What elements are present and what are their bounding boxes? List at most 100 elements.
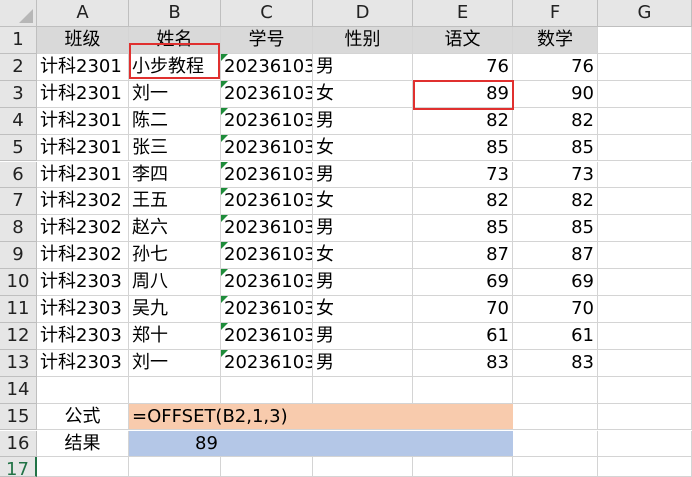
data-cell[interactable]: 20236103: [221, 349, 313, 377]
empty-cell[interactable]: [598, 80, 692, 108]
column-header-e[interactable]: E: [413, 0, 513, 27]
row-header-6[interactable]: 6: [0, 161, 37, 189]
row-header-13[interactable]: 13: [0, 349, 37, 377]
data-cell[interactable]: 张三: [129, 134, 221, 162]
empty-cell[interactable]: [513, 376, 598, 404]
row-header-2[interactable]: 2: [0, 53, 37, 81]
data-cell[interactable]: 85: [413, 215, 513, 243]
column-header-b[interactable]: B: [129, 0, 221, 27]
data-cell[interactable]: 82: [413, 188, 513, 216]
empty-cell[interactable]: [598, 242, 692, 270]
header-cell[interactable]: 性别: [313, 27, 413, 54]
data-cell[interactable]: 郑十: [129, 322, 221, 350]
data-cell[interactable]: 女: [313, 134, 413, 162]
header-cell[interactable]: 学号: [221, 27, 313, 54]
row-header-10[interactable]: 10: [0, 269, 37, 296]
data-cell[interactable]: 王五: [129, 188, 221, 216]
data-cell[interactable]: 70: [413, 296, 513, 323]
column-header-f[interactable]: F: [513, 0, 598, 27]
column-header-a[interactable]: A: [37, 0, 129, 27]
empty-cell[interactable]: [598, 188, 692, 216]
column-header-g[interactable]: G: [598, 0, 692, 27]
empty-cell[interactable]: [513, 403, 598, 431]
empty-cell[interactable]: [598, 322, 692, 350]
data-cell[interactable]: 20236103: [221, 215, 313, 243]
data-cell[interactable]: 20236103: [221, 188, 313, 216]
empty-cell[interactable]: [37, 457, 129, 477]
header-cell[interactable]: 姓名: [129, 27, 221, 54]
row-header-16[interactable]: 16: [0, 430, 37, 458]
data-cell[interactable]: 70: [513, 296, 598, 323]
data-cell[interactable]: 刘一: [129, 349, 221, 377]
header-cell[interactable]: 语文: [413, 27, 513, 54]
data-cell[interactable]: 85: [513, 215, 598, 243]
select-all-corner[interactable]: [0, 0, 37, 27]
empty-cell[interactable]: [598, 403, 692, 431]
data-cell[interactable]: 20236103: [221, 53, 313, 81]
data-cell[interactable]: 吴九: [129, 296, 221, 323]
data-cell[interactable]: 女: [313, 296, 413, 323]
row-header-5[interactable]: 5: [0, 134, 37, 162]
cell-g1[interactable]: [598, 27, 692, 54]
empty-cell[interactable]: [598, 296, 692, 323]
empty-cell[interactable]: [513, 430, 598, 458]
data-cell[interactable]: 83: [413, 349, 513, 377]
data-cell[interactable]: 69: [513, 269, 598, 296]
empty-cell[interactable]: [313, 457, 413, 477]
data-cell[interactable]: 计科2301: [37, 134, 129, 162]
header-cell[interactable]: 数学: [513, 27, 598, 54]
empty-cell[interactable]: [221, 457, 313, 477]
empty-cell[interactable]: [598, 161, 692, 189]
row-header-8[interactable]: 8: [0, 215, 37, 243]
data-cell[interactable]: 87: [513, 242, 598, 270]
empty-cell[interactable]: [598, 53, 692, 81]
data-cell[interactable]: 计科2301: [37, 107, 129, 135]
data-cell[interactable]: 孙七: [129, 242, 221, 270]
column-header-d[interactable]: D: [313, 0, 413, 27]
row-header-3[interactable]: 3: [0, 80, 37, 108]
data-cell[interactable]: 女: [313, 80, 413, 108]
data-cell[interactable]: 82: [513, 188, 598, 216]
empty-cell[interactable]: [221, 376, 313, 404]
data-cell[interactable]: 计科2303: [37, 322, 129, 350]
data-cell[interactable]: 周八: [129, 269, 221, 296]
data-cell[interactable]: 20236103: [221, 269, 313, 296]
result-value[interactable]: 89: [129, 430, 513, 458]
empty-cell[interactable]: [598, 457, 692, 477]
empty-cell[interactable]: [129, 376, 221, 404]
spreadsheet-grid[interactable]: A B C D E F G 1 2 3 4 5 6 7 8 9 10 11 12 13 14 15 16 17 班级 姓名 学号 性别…: [0, 0, 692, 477]
row-header-1[interactable]: 1: [0, 27, 37, 54]
data-cell[interactable]: 20236103: [221, 161, 313, 189]
data-cell[interactable]: 女: [313, 188, 413, 216]
data-cell[interactable]: 89: [413, 80, 513, 108]
empty-cell[interactable]: [313, 376, 413, 404]
row-header-15[interactable]: 15: [0, 403, 37, 431]
column-header-c[interactable]: C: [221, 0, 313, 27]
data-cell[interactable]: 85: [513, 134, 598, 162]
empty-cell[interactable]: [598, 107, 692, 135]
row-header-14[interactable]: 14: [0, 376, 37, 404]
data-cell[interactable]: 87: [413, 242, 513, 270]
data-cell[interactable]: 20236103: [221, 322, 313, 350]
data-cell[interactable]: 76: [513, 53, 598, 81]
data-cell[interactable]: 男: [313, 161, 413, 189]
data-cell[interactable]: 82: [413, 107, 513, 135]
header-cell[interactable]: 班级: [37, 27, 129, 54]
data-cell[interactable]: 73: [413, 161, 513, 189]
data-cell[interactable]: 69: [413, 269, 513, 296]
data-cell[interactable]: 男: [313, 322, 413, 350]
data-cell[interactable]: 计科2302: [37, 188, 129, 216]
data-cell[interactable]: 计科2302: [37, 215, 129, 243]
data-cell[interactable]: 赵六: [129, 215, 221, 243]
formula-text[interactable]: =OFFSET(B2,1,3): [129, 403, 513, 431]
empty-cell[interactable]: [598, 269, 692, 296]
data-cell[interactable]: 61: [513, 322, 598, 350]
data-cell[interactable]: 73: [513, 161, 598, 189]
empty-cell[interactable]: [129, 457, 221, 477]
data-cell[interactable]: 83: [513, 349, 598, 377]
data-cell[interactable]: 90: [513, 80, 598, 108]
data-cell[interactable]: 计科2303: [37, 296, 129, 323]
empty-cell[interactable]: [513, 457, 598, 477]
data-cell[interactable]: 男: [313, 53, 413, 81]
data-cell[interactable]: 20236103: [221, 80, 313, 108]
